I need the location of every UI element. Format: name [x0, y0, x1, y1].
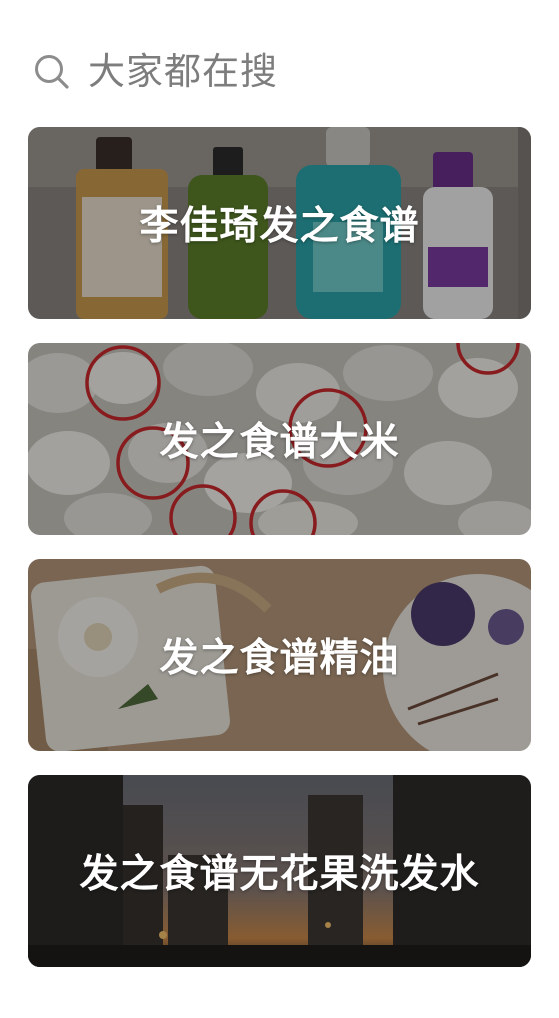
search-card-rice[interactable]: 发之食谱大米	[28, 343, 531, 535]
search-card-fig-shampoo[interactable]: 发之食谱无花果洗发水	[28, 775, 531, 967]
popular-searches-header: 大家都在搜	[33, 48, 278, 96]
card-label: 发之食谱精油	[159, 636, 400, 681]
section-title: 大家都在搜	[88, 50, 278, 93]
card-label: 李佳琦发之食谱	[139, 204, 420, 249]
search-card-lijiaqi-recipe[interactable]: 李佳琦发之食谱	[28, 127, 531, 319]
search-card-essential-oil[interactable]: 发之食谱精油	[28, 559, 531, 751]
card-label: 发之食谱大米	[159, 420, 400, 465]
search-icon	[33, 53, 71, 91]
card-label: 发之食谱无花果洗发水	[79, 852, 480, 897]
search-suggestions-page: 大家都在搜 李佳琦发之食谱 发之食谱大米 发之食谱精油 发之食谱无花果洗发水	[0, 0, 559, 1018]
